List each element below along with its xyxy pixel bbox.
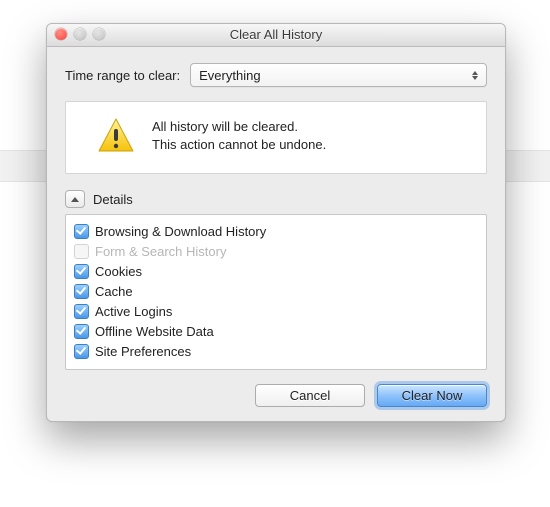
list-item: Active Logins (74, 301, 478, 321)
warning-box: All history will be cleared. This action… (65, 101, 487, 174)
checkbox[interactable] (74, 304, 89, 319)
list-item: Offline Website Data (74, 321, 478, 341)
list-item-label: Browsing & Download History (95, 224, 266, 239)
minimize-icon (74, 28, 86, 40)
warning-line1: All history will be cleared. (152, 118, 326, 136)
checkbox[interactable] (74, 264, 89, 279)
list-item-label: Site Preferences (95, 344, 191, 359)
button-row: Cancel Clear Now (65, 384, 487, 407)
details-label: Details (93, 192, 133, 207)
checkbox[interactable] (74, 344, 89, 359)
list-item-label: Form & Search History (95, 244, 226, 259)
list-item-label: Offline Website Data (95, 324, 214, 339)
details-header: Details (65, 190, 487, 208)
time-range-label: Time range to clear: (65, 68, 180, 83)
clear-now-button[interactable]: Clear Now (377, 384, 487, 407)
list-item: Cookies (74, 261, 478, 281)
checkbox (74, 244, 89, 259)
warning-text: All history will be cleared. This action… (152, 116, 326, 154)
window-controls (55, 28, 105, 40)
list-item: Site Preferences (74, 341, 478, 361)
cancel-button[interactable]: Cancel (255, 384, 365, 407)
disclosure-toggle[interactable] (65, 190, 85, 208)
zoom-icon (93, 28, 105, 40)
warning-icon (96, 116, 136, 159)
titlebar: Clear All History (47, 24, 505, 47)
checkbox[interactable] (74, 324, 89, 339)
time-range-select[interactable]: Everything (190, 63, 487, 87)
clear-now-button-label: Clear Now (402, 388, 463, 403)
list-item: Browsing & Download History (74, 221, 478, 241)
time-range-row: Time range to clear: Everything (65, 63, 487, 87)
list-item-label: Active Logins (95, 304, 172, 319)
close-icon[interactable] (55, 28, 67, 40)
list-item: Cache (74, 281, 478, 301)
time-range-value: Everything (199, 68, 260, 83)
cancel-button-label: Cancel (290, 388, 330, 403)
dialog-content: Time range to clear: Everything (47, 47, 505, 421)
checkbox[interactable] (74, 284, 89, 299)
checkbox[interactable] (74, 224, 89, 239)
window-title: Clear All History (230, 27, 322, 42)
list-item-label: Cache (95, 284, 133, 299)
details-list: Browsing & Download History Form & Search… (65, 214, 487, 370)
list-item: Form & Search History (74, 241, 478, 261)
warning-line2: This action cannot be undone. (152, 136, 326, 154)
updown-icon (469, 66, 481, 84)
list-item-label: Cookies (95, 264, 142, 279)
dialog-window: Clear All History Time range to clear: E… (46, 23, 506, 422)
